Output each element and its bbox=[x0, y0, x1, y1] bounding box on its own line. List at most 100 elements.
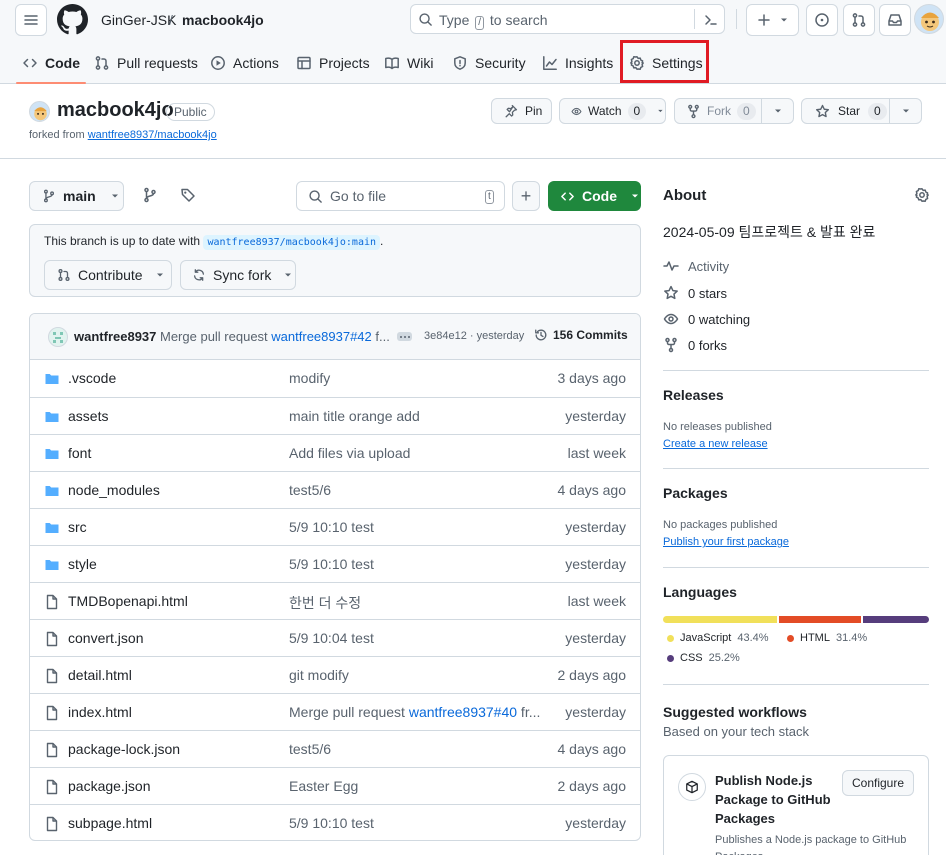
create-new-button[interactable] bbox=[746, 4, 799, 36]
watching-link[interactable]: 0 watching bbox=[663, 311, 750, 327]
file-commit-message[interactable]: 5/9 10:10 test bbox=[289, 815, 374, 831]
forked-from-link[interactable]: wantfree8937/macbook4jo bbox=[88, 129, 217, 141]
file-commit-message[interactable]: 5/9 10:04 test bbox=[289, 630, 374, 646]
commit-author-avatar[interactable] bbox=[48, 327, 68, 347]
file-commit-message[interactable]: test5/6 bbox=[289, 482, 331, 498]
activity-link[interactable]: Activity bbox=[663, 258, 729, 274]
about-description: 2024-05-09 팀프로젝트 & 발표 완료 bbox=[663, 224, 876, 240]
file-commit-message[interactable]: Easter Egg bbox=[289, 778, 358, 794]
pin-button[interactable]: Pin bbox=[491, 98, 552, 124]
tab-projects[interactable]: Projects bbox=[296, 50, 370, 76]
file-name-link[interactable]: assets bbox=[68, 408, 108, 424]
file-commit-date: yesterday bbox=[565, 815, 626, 831]
owner-link[interactable]: GinGer-JSK bbox=[101, 11, 176, 29]
file-commit-message[interactable]: 한번 더 수정 bbox=[289, 593, 361, 613]
add-file-button[interactable]: + bbox=[512, 181, 540, 211]
issues-button[interactable] bbox=[806, 4, 838, 36]
file-name-link[interactable]: package-lock.json bbox=[68, 741, 180, 757]
file-commit-date: 4 days ago bbox=[557, 482, 627, 498]
releases-heading[interactable]: Releases bbox=[663, 387, 724, 403]
tab-actions[interactable]: Actions bbox=[210, 50, 279, 76]
repo-title[interactable]: macbook4jo bbox=[57, 99, 174, 122]
file-name-link[interactable]: font bbox=[68, 445, 91, 461]
commit-hash[interactable]: 3e84e12 · yesterday bbox=[424, 330, 524, 342]
fork-dropdown[interactable] bbox=[761, 98, 794, 124]
file-icon bbox=[44, 631, 60, 647]
star-button[interactable]: Star 0 bbox=[801, 98, 890, 124]
configure-workflow-button[interactable]: Configure bbox=[842, 770, 914, 796]
chevron-down-icon bbox=[780, 18, 787, 22]
file-commit-pr-link[interactable]: wantfree8937#40 bbox=[405, 704, 517, 720]
fork-count: 0 bbox=[737, 102, 756, 120]
tab-wiki[interactable]: Wiki bbox=[384, 50, 433, 76]
file-name-link[interactable]: index.html bbox=[68, 704, 132, 720]
code-icon bbox=[561, 191, 574, 201]
commit-expand-icon[interactable] bbox=[397, 332, 412, 341]
about-settings-button[interactable] bbox=[914, 187, 930, 203]
file-name-link[interactable]: node_modules bbox=[68, 482, 160, 498]
file-commit-message[interactable]: 5/9 10:10 test bbox=[289, 556, 374, 572]
eye-icon bbox=[663, 313, 679, 325]
branches-button[interactable] bbox=[142, 187, 158, 203]
tab-insights[interactable]: Insights bbox=[542, 50, 613, 76]
watch-button[interactable]: Watch 0 bbox=[559, 98, 666, 124]
tab-security[interactable]: Security bbox=[452, 50, 526, 76]
file-name-link[interactable]: subpage.html bbox=[68, 815, 152, 831]
github-logo[interactable] bbox=[57, 4, 88, 35]
file-commit-message-text: 5/9 10:10 test bbox=[289, 556, 374, 572]
menu-button[interactable] bbox=[15, 4, 47, 36]
inbox-icon bbox=[888, 14, 902, 26]
file-commit-message[interactable]: git modify bbox=[289, 667, 349, 683]
star-dropdown[interactable] bbox=[889, 98, 922, 124]
contribute-button[interactable]: Contribute bbox=[44, 260, 172, 290]
file-commit-message[interactable]: 5/9 10:10 test bbox=[289, 519, 374, 535]
forks-link[interactable]: 0 forks bbox=[663, 337, 727, 353]
branch-selector[interactable]: main bbox=[29, 181, 124, 211]
tab-wiki-label: Wiki bbox=[407, 55, 434, 71]
file-commit-message[interactable]: main title orange add bbox=[289, 408, 420, 424]
file-commit-message[interactable]: test5/6 bbox=[289, 741, 331, 757]
tab-code[interactable]: Code bbox=[16, 50, 86, 84]
commits-link[interactable]: 156 Commits bbox=[534, 328, 628, 342]
star-label: Star bbox=[838, 104, 861, 118]
file-commit-message[interactable]: modify bbox=[289, 370, 330, 386]
stars-link[interactable]: 0 stars bbox=[663, 285, 727, 301]
file-commit-date: last week bbox=[567, 593, 626, 609]
language-css[interactable]: CSS 25.2% bbox=[667, 652, 740, 664]
tab-actions-label: Actions bbox=[233, 55, 279, 71]
commit-pr-link[interactable]: wantfree8937#42 bbox=[271, 329, 371, 344]
publish-package-link[interactable]: Publish your first package bbox=[663, 536, 789, 548]
inbox-button[interactable] bbox=[879, 4, 911, 36]
file-name-link[interactable]: package.json bbox=[68, 778, 151, 794]
fork-label: Fork bbox=[707, 104, 731, 118]
file-name-link[interactable]: src bbox=[68, 519, 87, 535]
tab-pull-requests[interactable]: Pull requests bbox=[94, 50, 198, 76]
file-name-link[interactable]: .vscode bbox=[68, 370, 116, 386]
tags-button[interactable] bbox=[180, 187, 196, 203]
file-commit-message[interactable]: Add files via upload bbox=[289, 445, 410, 461]
go-to-file-input[interactable]: Go to file t bbox=[296, 181, 505, 211]
file-name-link[interactable]: detail.html bbox=[68, 667, 132, 683]
file-commit-message[interactable]: Merge pull request wantfree8937#40 fr... bbox=[289, 704, 540, 720]
commit-author[interactable]: wantfree8937 bbox=[74, 329, 156, 344]
command-palette-icon[interactable] bbox=[703, 12, 719, 28]
language-html[interactable]: HTML 31.4% bbox=[787, 632, 867, 644]
packages-heading[interactable]: Packages bbox=[663, 485, 728, 501]
pull-requests-button[interactable] bbox=[843, 4, 875, 36]
user-avatar[interactable] bbox=[914, 4, 944, 34]
file-name-link[interactable]: convert.json bbox=[68, 630, 143, 646]
fork-button[interactable]: Fork 0 bbox=[674, 98, 762, 124]
sidebar-divider bbox=[663, 684, 929, 685]
upstream-ref[interactable]: wantfree8937/macbook4jo:main bbox=[203, 235, 381, 250]
global-search[interactable]: Type / to search bbox=[410, 4, 725, 34]
create-release-link[interactable]: Create a new release bbox=[663, 438, 768, 450]
language-javascript[interactable]: JavaScript 43.4% bbox=[667, 632, 769, 644]
sidebar-divider bbox=[663, 468, 929, 469]
file-name-link[interactable]: TMDBopenapi.html bbox=[68, 593, 188, 609]
sync-fork-button[interactable]: Sync fork bbox=[180, 260, 296, 290]
code-dropdown-button[interactable]: Code bbox=[548, 181, 641, 211]
chevron-down-icon bbox=[774, 109, 781, 113]
commit-message[interactable]: Merge pull request wantfree8937#42 f... bbox=[160, 329, 390, 344]
repo-link[interactable]: macbook4jo bbox=[182, 11, 264, 29]
file-name-link[interactable]: style bbox=[68, 556, 97, 572]
